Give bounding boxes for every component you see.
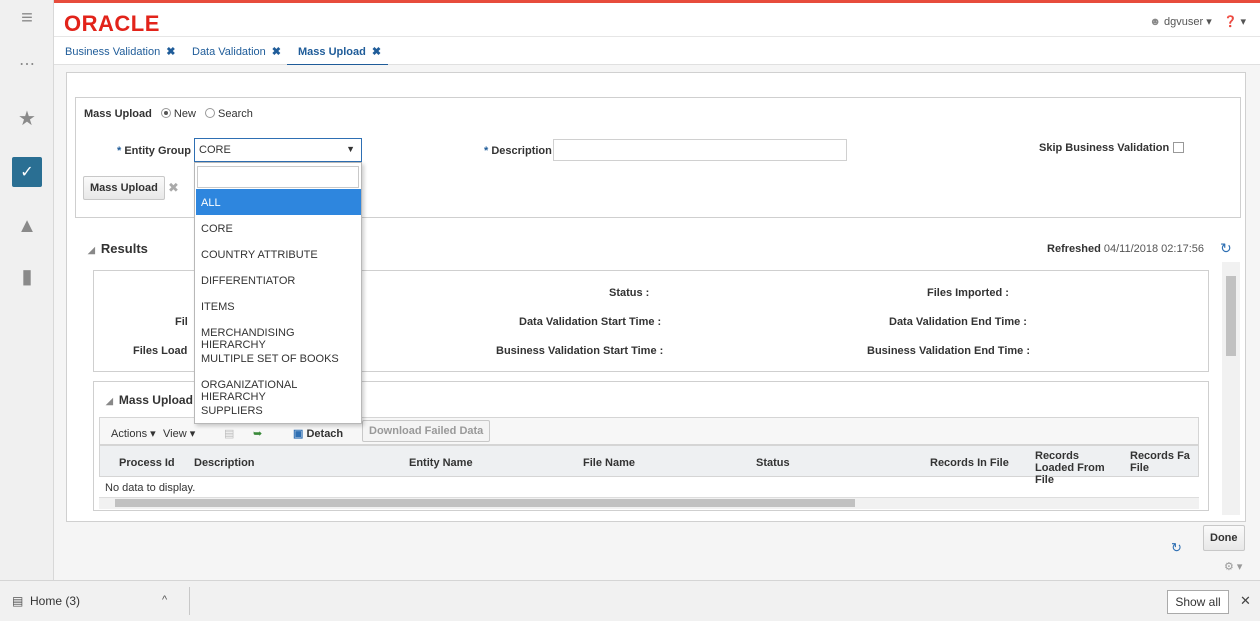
close-tab-icon[interactable]: ✖ xyxy=(272,46,281,58)
oracle-logo: ORACLE xyxy=(64,11,160,36)
tab-data-validation[interactable]: Data Validation ✖ xyxy=(192,45,281,58)
entity-group-dropdown-list: ALL CORE COUNTRY ATTRIBUTE DIFFERENTIATO… xyxy=(194,162,362,424)
tab-business-validation[interactable]: Business Validation ✖ xyxy=(65,45,175,58)
skip-validation-checkbox[interactable] xyxy=(1173,142,1185,153)
results-header[interactable]: ◢ Results xyxy=(88,241,148,256)
dropdown-option[interactable]: COUNTRY ATTRIBUTE xyxy=(196,241,361,267)
dropdown-option[interactable]: ALL xyxy=(196,189,361,215)
mass-upload-button[interactable]: Mass Upload xyxy=(83,176,165,200)
dropdown-option[interactable]: SUPPLIERS xyxy=(196,397,361,423)
radio-new[interactable] xyxy=(160,108,171,118)
column-header[interactable]: Records Fa File xyxy=(1130,450,1190,474)
dropdown-filter-input[interactable] xyxy=(197,166,359,188)
column-header[interactable]: Status xyxy=(756,457,790,469)
entity-group-label: * Entity Group xyxy=(117,145,191,157)
data-validation-end-label: Data Validation End Time : xyxy=(889,316,1027,328)
tasks-clipboard-icon[interactable]: ✓ xyxy=(0,150,54,194)
dropdown-option[interactable]: ORGANIZATIONAL HIERARCHY xyxy=(196,371,361,403)
mass-upload-mode-group: Mass Upload New Search xyxy=(84,108,253,120)
favorites-star-icon[interactable]: ★ xyxy=(0,96,54,140)
files-loaded-label-partial: Files Load xyxy=(133,345,188,357)
dropdown-option[interactable]: ITEMS xyxy=(196,293,361,319)
app-header: ORACLE ☻ dgvuser ▾ ❓ ▾ xyxy=(0,3,1260,37)
collapse-triangle-icon: ◢ xyxy=(88,245,95,255)
divider xyxy=(189,587,190,615)
data-validation-start-label: Data Validation Start Time : xyxy=(519,316,662,328)
apps-grid-icon[interactable]: ⋯ xyxy=(0,42,54,86)
refresh-icon[interactable]: ↻ xyxy=(1220,240,1232,257)
status-label: Status : xyxy=(609,287,650,299)
column-header[interactable]: Records In File xyxy=(930,457,1009,469)
description-field[interactable] xyxy=(553,139,847,161)
vertical-scroll-thumb[interactable] xyxy=(1226,276,1236,356)
empty-table-message: No data to display. xyxy=(105,482,196,494)
column-header[interactable]: Description xyxy=(194,457,255,469)
dropdown-option[interactable]: MULTIPLE SET OF BOOKS xyxy=(196,345,361,371)
files-imported-label: Files Imported : xyxy=(927,287,1009,299)
column-header[interactable]: File Name xyxy=(583,457,635,469)
horizontal-scroll-thumb[interactable] xyxy=(115,499,855,507)
notifications-bell-icon[interactable]: ▲ xyxy=(0,204,54,248)
menu-toggle-icon[interactable]: ≡ xyxy=(0,0,54,36)
user-icon: ☻ xyxy=(1149,16,1161,28)
column-header[interactable]: Process Id xyxy=(119,457,175,469)
dropdown-option[interactable]: CORE xyxy=(196,215,361,241)
done-button[interactable]: Done xyxy=(1203,525,1245,551)
chevron-up-icon[interactable]: ^ xyxy=(162,594,167,606)
dropdown-arrow-icon: ▼ xyxy=(346,144,355,154)
tab-bar: Business Validation ✖ Data Validation ✖ Ma… xyxy=(54,37,1260,65)
radio-search[interactable] xyxy=(205,108,215,118)
refreshed-status: Refreshed 04/11/2018 02:17:56 xyxy=(1047,243,1204,255)
table-header: Process Id Description Entity Name File … xyxy=(99,445,1199,486)
collapse-triangle-icon: ◢ xyxy=(106,396,113,406)
file-label-partial: Fil xyxy=(175,316,188,328)
view-menu[interactable]: View ▾ xyxy=(163,427,195,440)
column-header[interactable]: Entity Name xyxy=(409,457,473,469)
mass-upload-section-header[interactable]: ◢ Mass Upload xyxy=(106,393,193,407)
skip-business-validation: Skip Business Validation xyxy=(1039,142,1185,154)
clear-icon[interactable]: ✖ xyxy=(168,180,179,196)
close-tab-icon[interactable]: ✖ xyxy=(166,46,175,58)
detach-button[interactable]: ▣ Detach xyxy=(293,427,343,440)
close-tab-icon[interactable]: ✖ xyxy=(372,46,381,58)
help-menu[interactable]: ❓ ▾ xyxy=(1224,15,1246,28)
entity-group-select[interactable]: CORE ▼ xyxy=(194,138,362,162)
settings-icon[interactable]: ⚙ ▾ xyxy=(1224,560,1242,573)
user-menu: ☻ dgvuser ▾ ❓ ▾ xyxy=(1149,15,1246,28)
actions-menu[interactable]: Actions ▾ xyxy=(111,427,156,440)
download-failed-data-button[interactable]: Download Failed Data xyxy=(362,420,491,442)
dropdown-option[interactable]: DIFFERENTIATOR xyxy=(196,267,361,293)
refresh-icon[interactable]: ↻ xyxy=(1171,540,1182,556)
sidebar: ≡ ⋯ ★ ✓ ▲ ▮ xyxy=(0,0,54,580)
file-icon: ▤ xyxy=(12,594,24,608)
reports-chart-icon[interactable]: ▮ xyxy=(0,254,54,298)
export-icon[interactable]: ▤ xyxy=(224,427,234,440)
column-header[interactable]: Records Loaded From File xyxy=(1035,450,1115,486)
tab-mass-upload[interactable]: Mass Upload ✖ xyxy=(298,45,381,58)
detach-icon: ▣ xyxy=(293,428,304,440)
description-label: * Description xyxy=(484,145,552,157)
download-item[interactable]: ▤ Home (3) xyxy=(12,594,80,608)
show-all-button[interactable]: Show all xyxy=(1167,590,1229,614)
downloads-bar: ▤ Home (3) ^ Show all ✕ xyxy=(0,580,1260,621)
user-name[interactable]: dgvuser ▾ xyxy=(1164,16,1212,28)
business-validation-end-label: Business Validation End Time : xyxy=(867,345,1031,357)
business-validation-start-label: Business Validation Start Time : xyxy=(496,345,664,357)
dropdown-option[interactable]: MERCHANDISING HIERARCHY xyxy=(196,319,361,351)
import-icon[interactable]: ➥ xyxy=(253,427,262,440)
close-icon[interactable]: ✕ xyxy=(1240,593,1251,609)
